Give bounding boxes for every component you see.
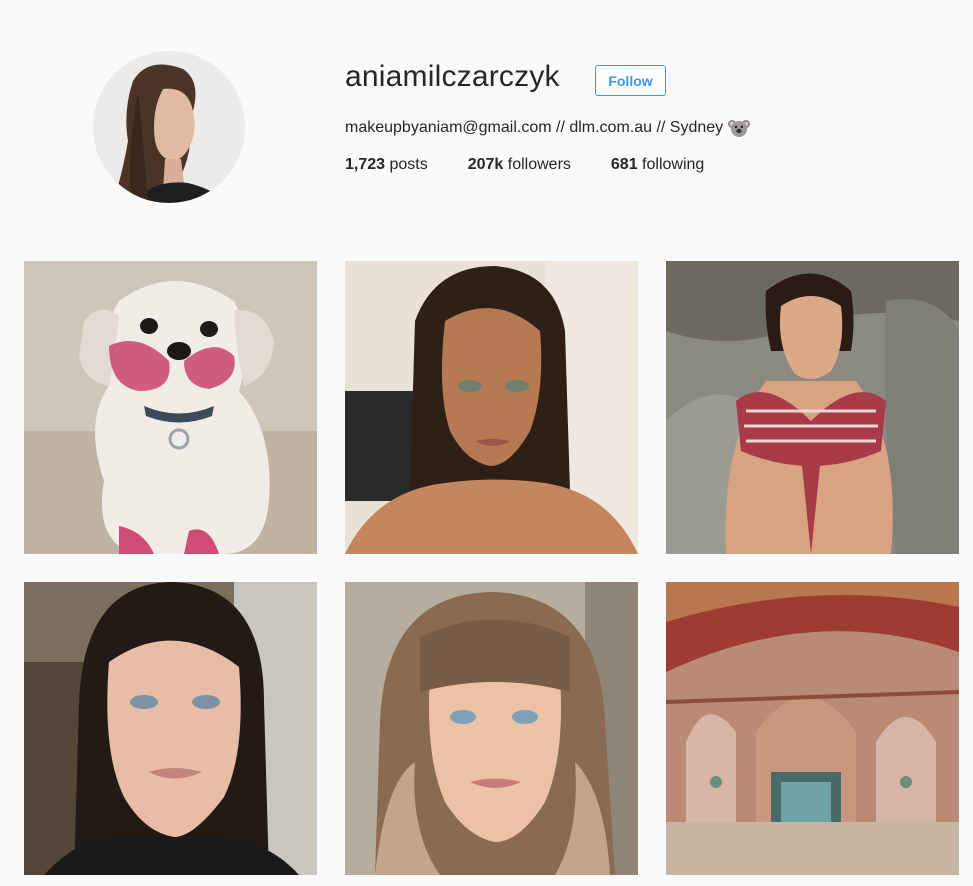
post-tile-bangs-portrait[interactable] [345,582,638,875]
post-tile-palace-interior[interactable] [666,582,959,875]
username: aniamilczarczyk [345,60,560,93]
followers-count: 207k [467,156,504,173]
post-tile-dog[interactable] [24,261,317,554]
avatar[interactable] [93,51,245,203]
following-stat[interactable]: 681 following [611,156,704,174]
post-image [666,261,959,554]
post-image [345,582,638,875]
post-tile-rocks-portrait[interactable] [666,261,959,554]
post-image [24,261,317,554]
bio-text: makeupbyaniam@gmail.com // dlm.com.au //… [345,119,724,136]
following-label: following [637,156,705,173]
followers-stat[interactable]: 207k followers [468,156,571,174]
posts-grid [24,261,959,886]
bio: makeupbyaniam@gmail.com // dlm.com.au //… [345,118,751,138]
post-tile-sleek-hair-portrait[interactable] [24,582,317,875]
post-tile-wet-hair-portrait[interactable] [345,261,638,554]
profile-stats: 1,723 posts 207k followers 681 following [345,156,744,174]
avatar-image [93,51,245,203]
follow-button[interactable]: Follow [595,65,666,96]
posts-count: 1,723 [345,156,386,173]
following-count: 681 [610,156,638,173]
post-image [666,582,959,875]
post-image [24,582,317,875]
posts-stat: 1,723 posts [345,156,428,174]
koala-icon [728,120,751,137]
profile-header: aniamilczarczyk Follow makeupbyaniam@gma… [0,0,973,240]
post-image [345,261,638,554]
followers-label: followers [503,156,571,173]
posts-label: posts [385,156,428,173]
